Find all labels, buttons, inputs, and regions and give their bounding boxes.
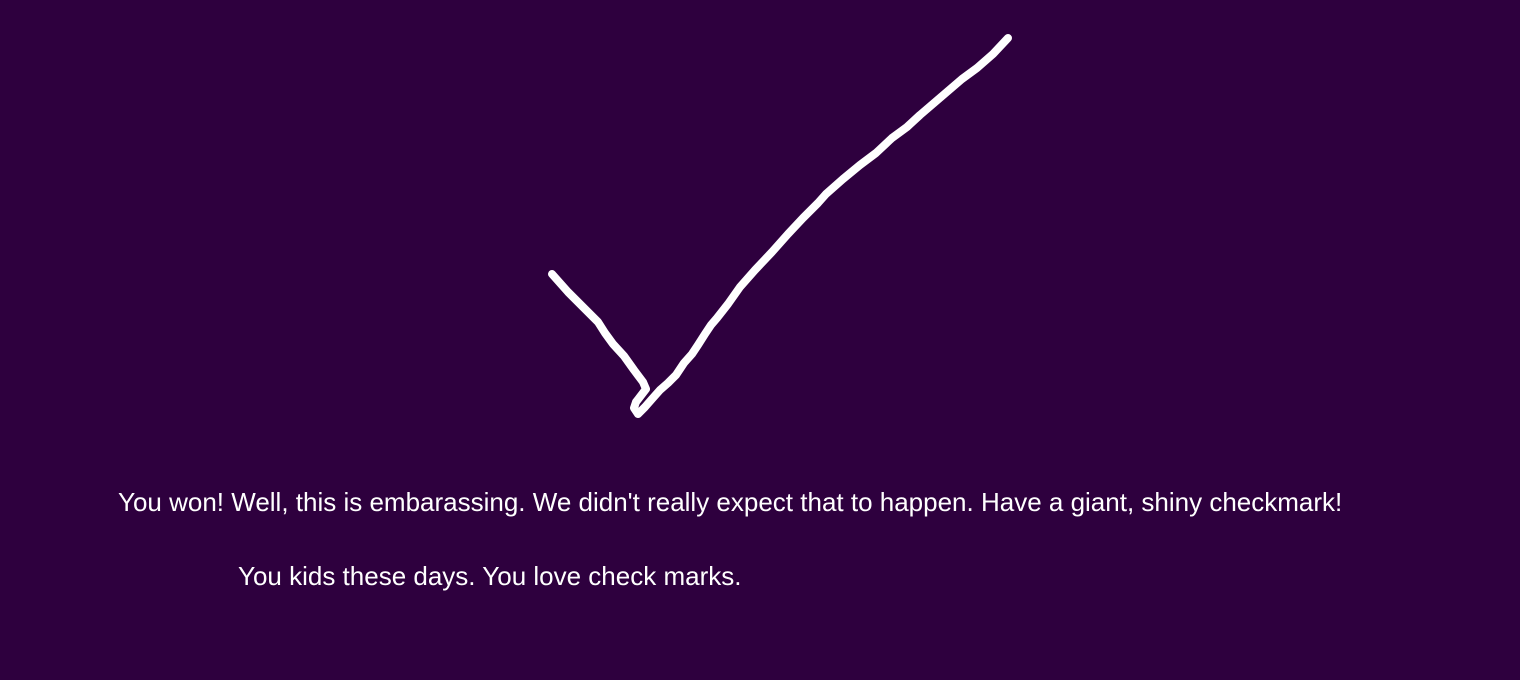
win-quip: You kids these days. You love check mark…: [238, 561, 742, 591]
checkmark-stroke: [548, 34, 1012, 418]
win-message: You won! Well, this is embarassing. We d…: [118, 487, 1343, 517]
checkmark-icon: [548, 34, 1012, 418]
win-screen: You won! Well, this is embarassing. We d…: [0, 0, 1520, 680]
